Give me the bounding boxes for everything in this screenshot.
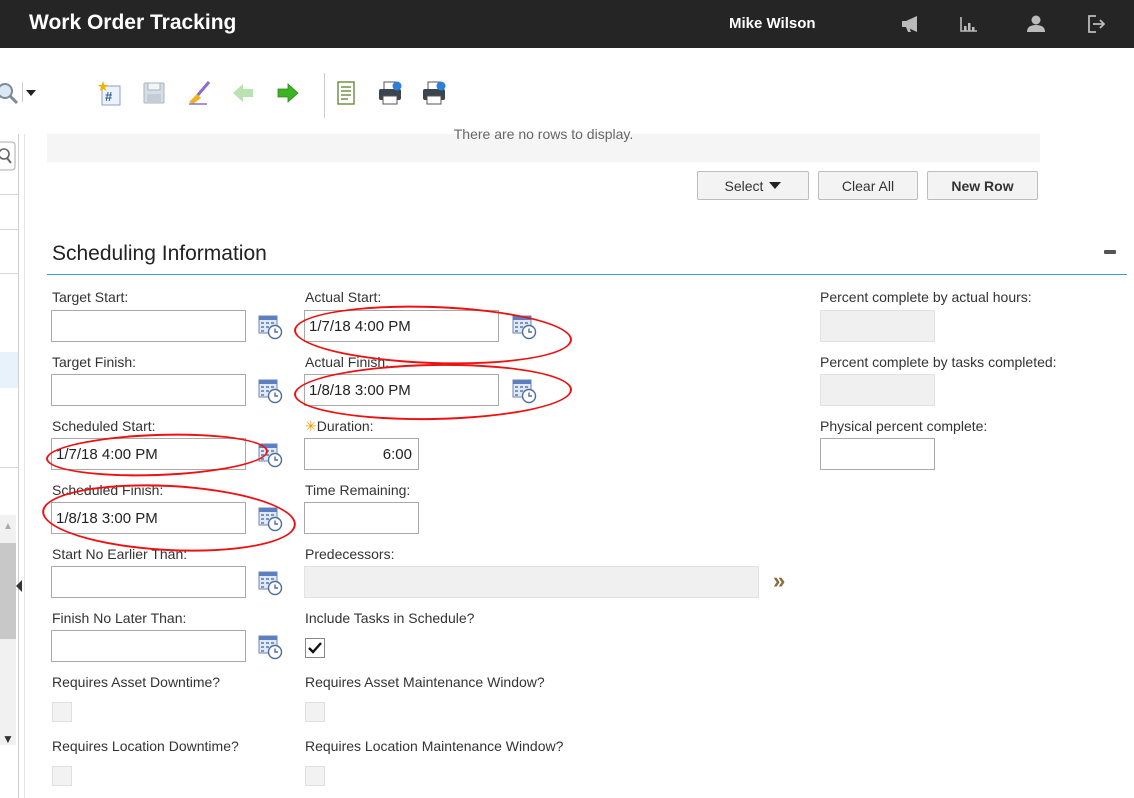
req-asset-window-label: Requires Asset Maintenance Window?	[305, 674, 545, 690]
pct-physical-label: Physical percent complete:	[820, 418, 988, 434]
calendar-icon[interactable]	[257, 376, 283, 404]
include-tasks-checkbox[interactable]	[305, 638, 325, 658]
target-finish-label: Target Finish:	[52, 354, 137, 370]
finish-no-later-field[interactable]	[51, 630, 246, 662]
clear-all-button[interactable]: Clear All	[818, 171, 918, 200]
rail-separator	[0, 194, 18, 195]
save-icon[interactable]	[142, 80, 166, 106]
section-title: Scheduling Information	[52, 242, 267, 265]
predecessors-label: Predecessors:	[305, 546, 395, 562]
view-history-icon[interactable]	[334, 80, 358, 106]
rail-selected-item[interactable]	[0, 352, 18, 388]
collapse-section-icon[interactable]	[1104, 250, 1116, 254]
reports-icon[interactable]	[956, 12, 982, 36]
toolbar-divider	[324, 73, 325, 118]
req-location-downtime-checkbox[interactable]	[52, 766, 72, 786]
include-tasks-label: Include Tasks in Schedule?	[305, 610, 475, 626]
start-no-earlier-field[interactable]	[51, 566, 246, 598]
duration-label-text: Duration:	[316, 418, 374, 434]
calendar-icon[interactable]	[257, 312, 283, 340]
pct-actual-hours-field	[820, 310, 935, 342]
chevron-down-icon	[26, 90, 36, 96]
print-work-pack-icon[interactable]	[422, 80, 446, 106]
rail-separator	[0, 467, 18, 468]
target-finish-field[interactable]	[51, 374, 246, 406]
pct-tasks-label: Percent complete by tasks completed:	[820, 354, 1057, 370]
sign-out-icon[interactable]	[1084, 12, 1110, 36]
time-remaining-label: Time Remaining:	[305, 482, 411, 498]
required-asterisk-icon: ✳	[305, 418, 317, 434]
req-asset-downtime-checkbox[interactable]	[52, 702, 72, 722]
search-icon	[0, 83, 19, 105]
predecessors-field	[304, 566, 759, 598]
calendar-icon[interactable]	[257, 632, 283, 660]
toolbar	[0, 48, 1134, 134]
req-location-downtime-label: Requires Location Downtime?	[52, 738, 239, 754]
next-record-icon[interactable]	[276, 80, 300, 106]
checkmark-icon	[308, 642, 322, 654]
content-divider	[24, 134, 25, 798]
req-location-window-label: Requires Location Maintenance Window?	[305, 738, 564, 754]
megaphone-icon[interactable]	[898, 12, 924, 36]
svg-text:#: #	[105, 89, 113, 104]
clear-changes-icon[interactable]	[187, 80, 211, 106]
scroll-down-icon[interactable]: ▼	[2, 732, 14, 746]
app-title: Work Order Tracking	[29, 11, 237, 34]
new-row-button[interactable]: New Row	[927, 171, 1038, 200]
rail-scrollbar-thumb[interactable]	[0, 543, 16, 639]
user-name[interactable]: Mike Wilson	[729, 15, 816, 32]
scheduled-start-label: Scheduled Start:	[52, 418, 156, 434]
duration-label: ✳Duration:	[305, 418, 374, 435]
finish-no-later-label: Finish No Later Than:	[52, 610, 187, 626]
pct-tasks-field	[820, 374, 935, 406]
collapse-rail-icon[interactable]	[16, 580, 22, 592]
target-start-label: Target Start:	[52, 289, 129, 305]
pct-physical-field[interactable]	[820, 438, 935, 470]
time-remaining-field[interactable]	[304, 502, 419, 534]
detail-menu-icon[interactable]: »	[773, 568, 785, 594]
annotation-oval	[293, 361, 573, 423]
req-asset-downtime-label: Requires Asset Downtime?	[52, 674, 221, 690]
req-location-window-checkbox[interactable]	[305, 766, 325, 786]
new-work-order-icon[interactable]: #	[98, 80, 122, 106]
rail-separator	[0, 273, 18, 274]
empty-table-message: There are no rows to display.	[453, 126, 634, 142]
actual-start-label: Actual Start:	[305, 289, 382, 305]
select-button-label: Select	[724, 177, 764, 194]
select-button[interactable]: Select	[697, 171, 809, 200]
scroll-up-icon[interactable]: ▲	[3, 521, 13, 532]
calendar-icon[interactable]	[257, 568, 283, 596]
section-divider	[47, 274, 1127, 275]
search-menu-button[interactable]	[0, 78, 36, 108]
previous-record-icon[interactable]	[231, 80, 255, 106]
req-asset-window-checkbox[interactable]	[305, 702, 325, 722]
pct-actual-hours-label: Percent complete by actual hours:	[820, 289, 1032, 305]
duration-field[interactable]	[304, 438, 419, 470]
print-icon[interactable]	[378, 80, 402, 106]
target-start-field[interactable]	[51, 310, 246, 342]
rail-search-icon[interactable]	[0, 141, 16, 171]
profile-icon[interactable]	[1023, 12, 1049, 36]
chevron-down-icon	[769, 182, 782, 189]
rail-separator	[0, 229, 18, 230]
